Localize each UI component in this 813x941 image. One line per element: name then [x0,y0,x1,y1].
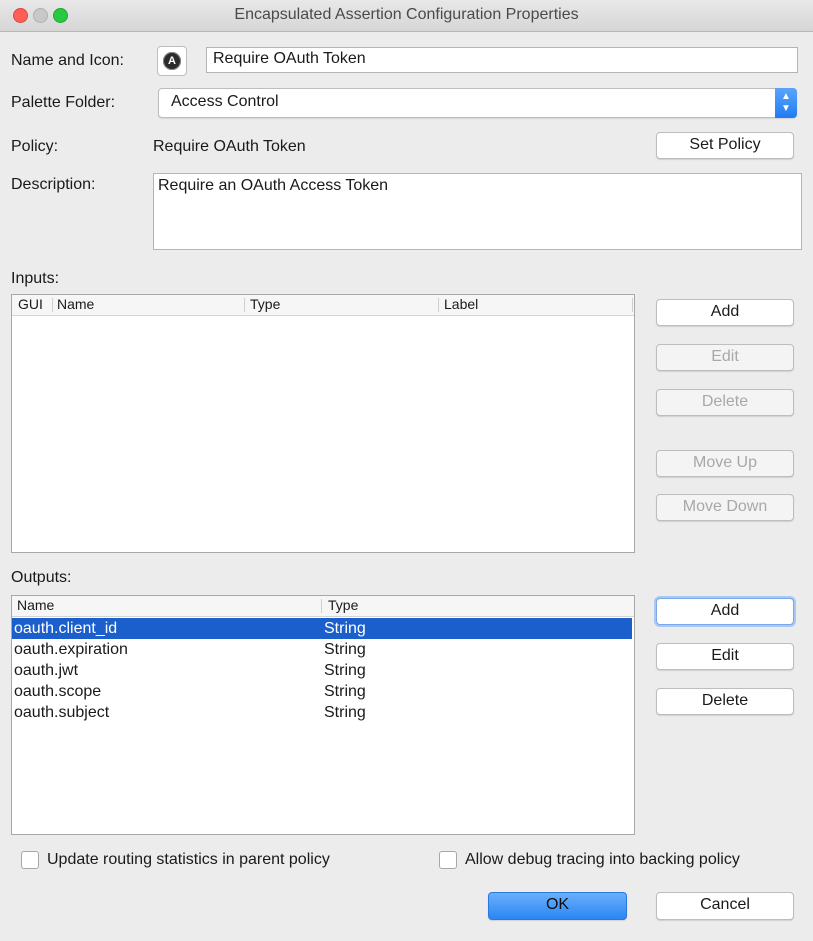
column-header-type[interactable]: Type [328,597,358,613]
window-title: Encapsulated Assertion Configuration Pro… [234,6,579,23]
outputs-add-button[interactable]: Add [656,598,794,625]
output-name-cell: oauth.expiration [14,641,128,658]
output-type-cell: String [324,641,366,658]
ok-button[interactable]: OK [488,892,627,920]
description-field[interactable]: Require an OAuth Access Token [153,173,802,250]
column-header-type[interactable]: Type [250,296,280,312]
output-type-cell: String [324,704,366,721]
title-bar: Encapsulated Assertion Configuration Pro… [0,0,813,32]
name-and-icon-label: Name and Icon: [11,52,124,69]
outputs-delete-button[interactable]: Delete [656,688,794,715]
policy-label: Policy: [11,138,59,155]
output-name-cell: oauth.jwt [14,662,79,679]
set-policy-button[interactable]: Set Policy [656,132,794,159]
outputs-edit-button[interactable]: Edit [656,643,794,670]
output-name-cell: oauth.client_id [14,620,118,637]
column-header-gui[interactable]: GUI [18,296,43,312]
table-row[interactable]: oauth.subject String [12,702,632,723]
outputs-table[interactable]: Name Type oauth.client_id String oauth.e… [11,595,635,835]
inputs-add-button[interactable]: Add [656,299,794,326]
table-row[interactable]: oauth.client_id String [12,618,632,639]
table-row[interactable]: oauth.expiration String [12,639,632,660]
chevron-up-down-icon: ▲ ▼ [775,88,797,118]
name-field[interactable]: Require OAuth Token [206,47,798,73]
column-header-name[interactable]: Name [17,597,54,613]
palette-folder-select[interactable]: Access Control ▲ ▼ [158,88,797,118]
inputs-table[interactable]: GUI Name Type Label [11,294,635,553]
inputs-label: Inputs: [11,270,60,287]
output-type-cell: String [324,683,366,700]
palette-folder-label: Palette Folder: [11,94,116,111]
description-label: Description: [11,176,96,193]
output-type-cell: String [324,662,366,679]
inputs-table-header: GUI Name Type Label [12,295,634,316]
inputs-move-down-button[interactable]: Move Down [656,494,794,521]
assertion-icon: A [163,52,181,70]
inputs-edit-button[interactable]: Edit [656,344,794,371]
inputs-delete-button[interactable]: Delete [656,389,794,416]
output-name-cell: oauth.subject [14,704,110,721]
allow-debug-label[interactable]: Allow debug tracing into backing policy [465,851,740,869]
column-header-label[interactable]: Label [444,296,478,312]
allow-debug-checkbox[interactable] [439,851,457,869]
inputs-move-up-button[interactable]: Move Up [656,450,794,477]
table-row[interactable]: oauth.scope String [12,681,632,702]
outputs-table-header: Name Type [12,596,634,617]
update-routing-label[interactable]: Update routing statistics in parent poli… [47,851,330,869]
table-row[interactable]: oauth.jwt String [12,660,632,681]
column-header-name[interactable]: Name [57,296,94,312]
icon-picker-button[interactable]: A [157,46,187,76]
palette-folder-value: Access Control [171,93,279,110]
policy-value: Require OAuth Token [153,138,306,155]
output-type-cell: String [324,620,366,637]
cancel-button[interactable]: Cancel [656,892,794,920]
output-name-cell: oauth.scope [14,683,102,700]
update-routing-checkbox[interactable] [21,851,39,869]
outputs-label: Outputs: [11,569,72,586]
